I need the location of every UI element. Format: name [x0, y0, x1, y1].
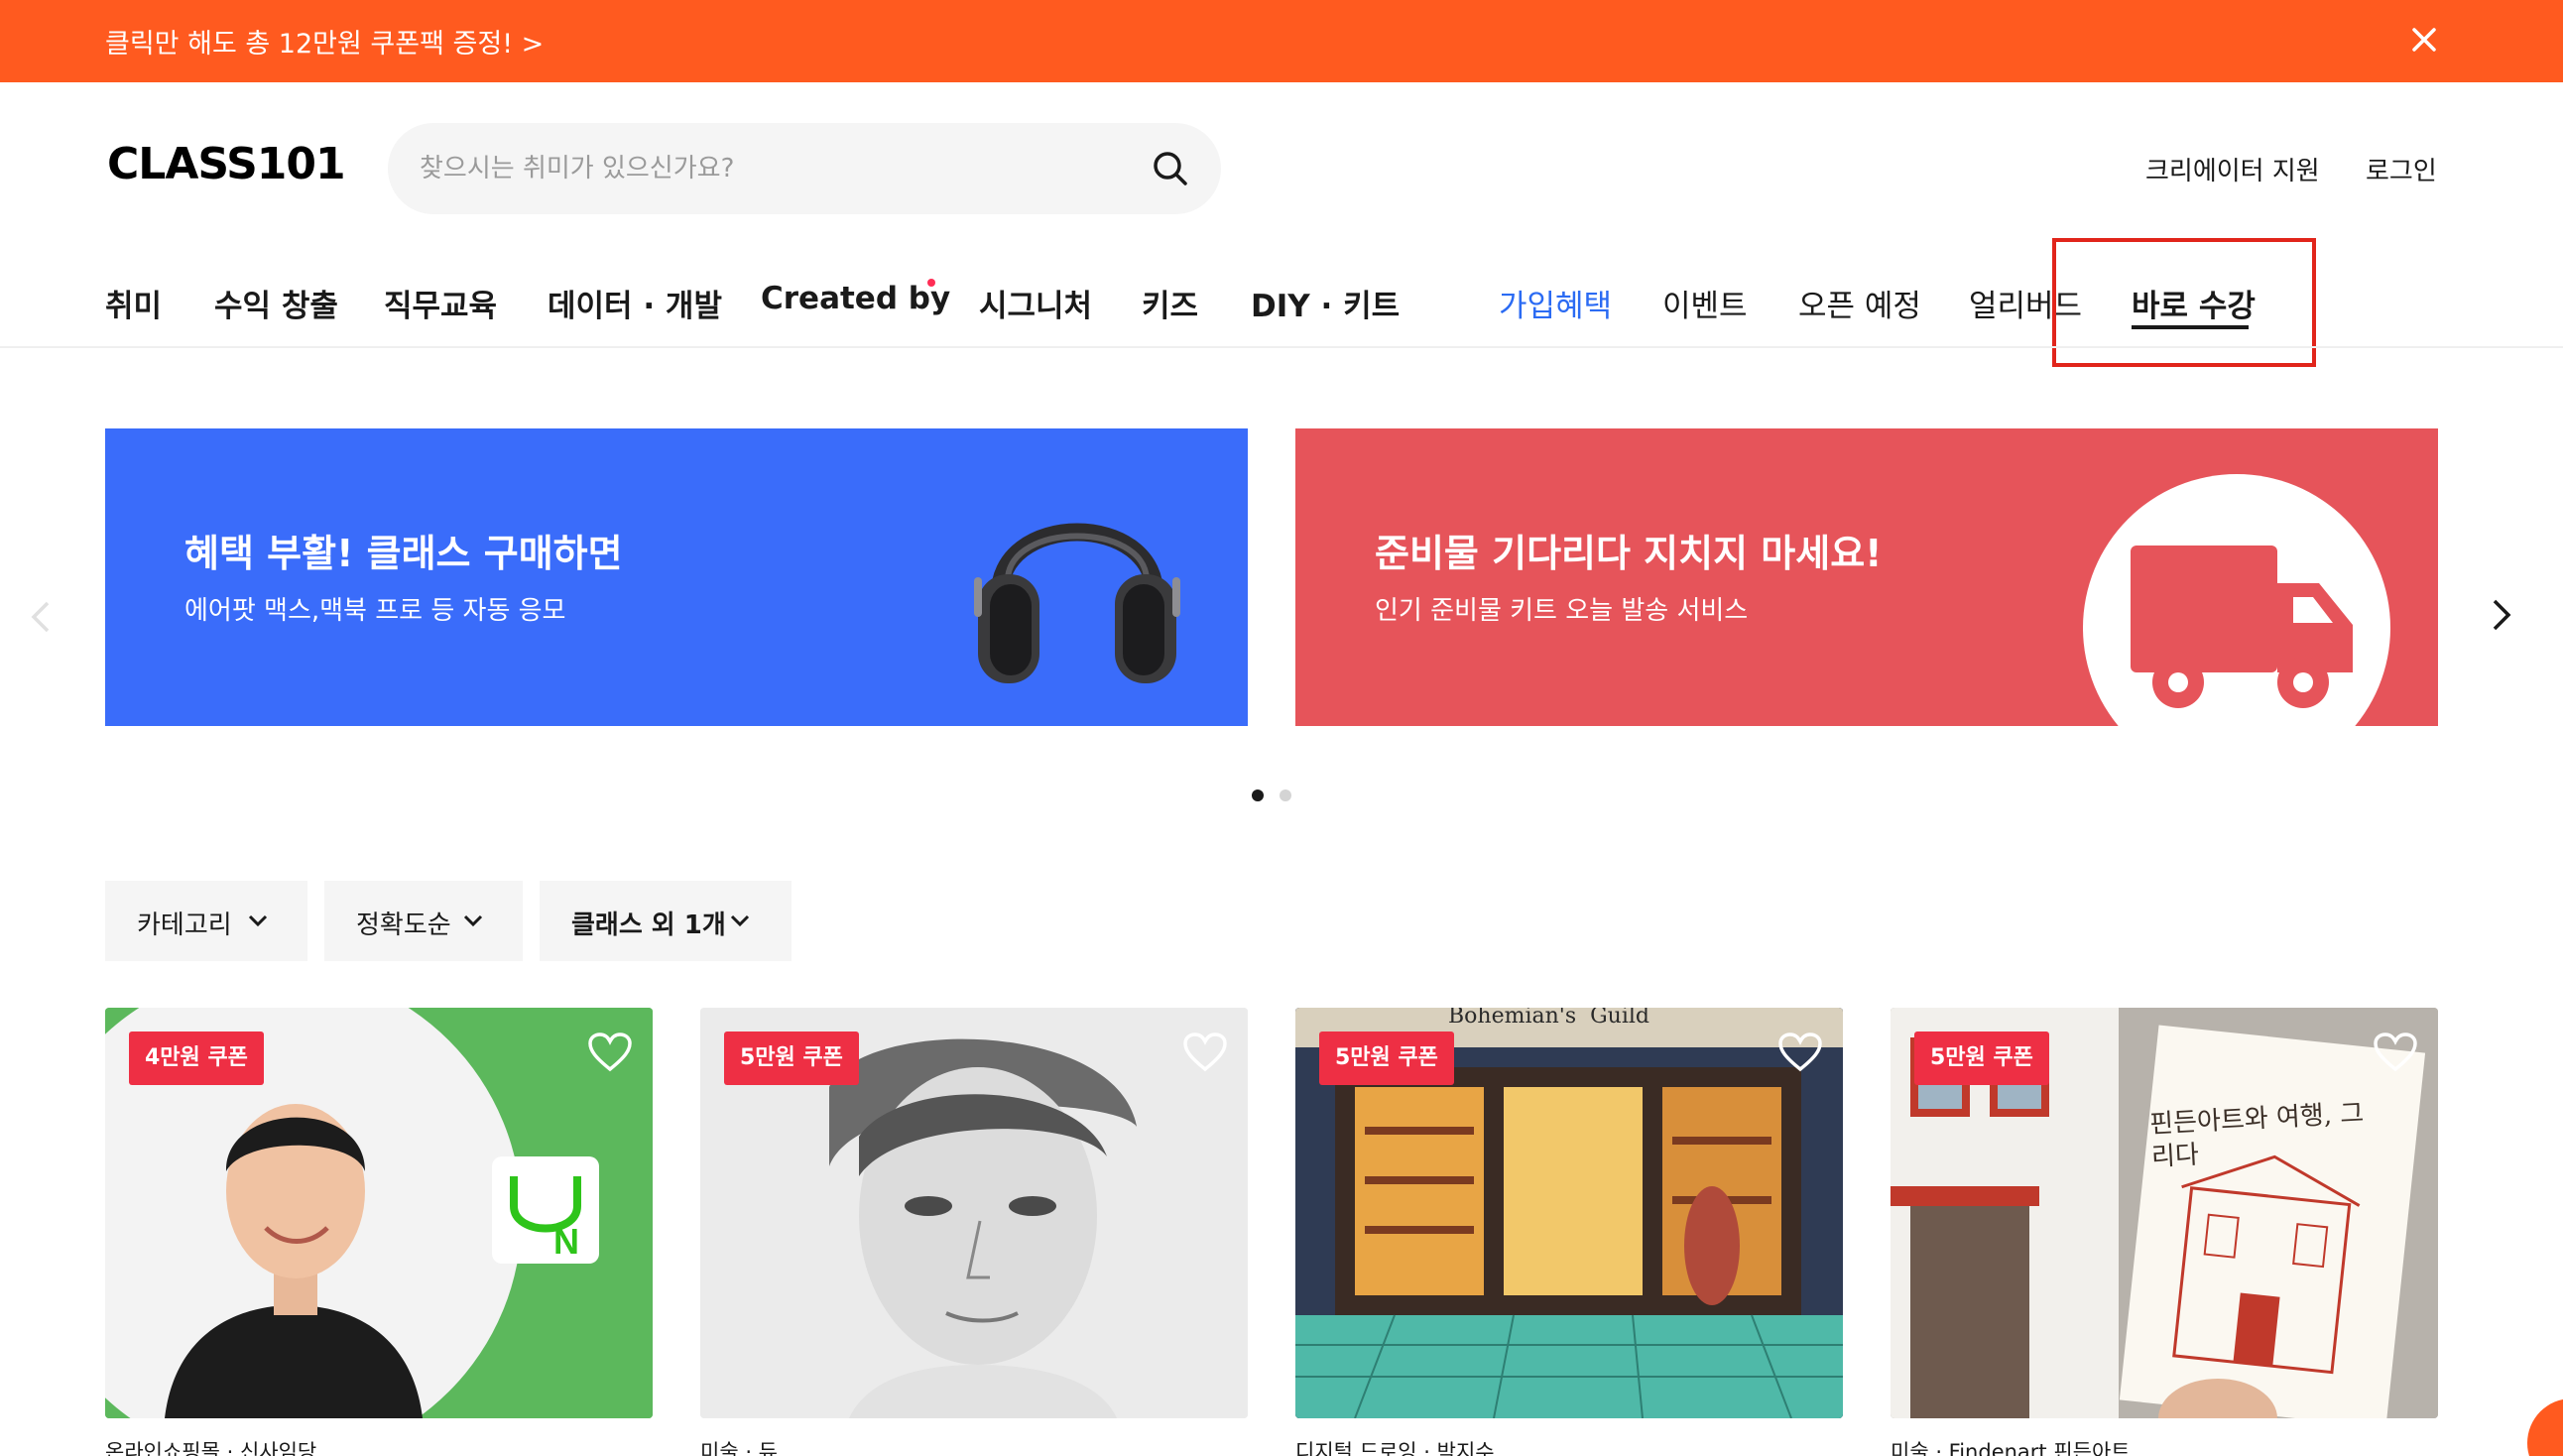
nav-diy-kit[interactable]: DIY · 키트: [1251, 281, 1400, 325]
card-category-creator[interactable]: 미술 · Findenart 핀든아트: [1891, 1436, 2131, 1456]
sort-filter[interactable]: 정확도순: [324, 881, 523, 961]
promo-text[interactable]: 클릭만 해도 총 12만원 쿠폰팩 증정! >: [105, 22, 544, 61]
class101-logo[interactable]: CLASS101: [107, 139, 346, 189]
login-link[interactable]: 로그인: [2366, 151, 2437, 187]
coupon-badge: 5만원 쿠폰: [1319, 1031, 1454, 1085]
nav-created-by[interactable]: Created by: [761, 281, 950, 316]
category-filter[interactable]: 카테고리: [105, 881, 307, 961]
chevron-down-icon: [463, 914, 483, 927]
heart-icon[interactable]: [587, 1031, 633, 1073]
nav-job-training[interactable]: 직무교육: [384, 281, 497, 325]
truck-icon: [2083, 474, 2390, 726]
filter-label: 카테고리: [137, 910, 232, 940]
banner-title: 준비물 기다리다 지치지 마세요!: [1375, 532, 1883, 575]
filter-label: 클래스 외 1개: [571, 910, 726, 940]
heart-icon[interactable]: [1182, 1031, 1228, 1073]
nav-signup-benefit[interactable]: 가입혜택: [1499, 281, 1612, 325]
nav-data-dev[interactable]: 데이터 · 개발: [548, 281, 722, 325]
postcard-handwriting: 핀든아트와 여행, 그리다: [2148, 1098, 2365, 1172]
carousel-dot[interactable]: [1280, 789, 1291, 801]
search-bar[interactable]: [388, 123, 1221, 214]
close-icon[interactable]: [2404, 20, 2444, 60]
header-divider: [0, 346, 2563, 348]
chat-floating-button[interactable]: [2527, 1398, 2563, 1456]
coupon-badge: 5만원 쿠폰: [1914, 1031, 2049, 1085]
nav-event[interactable]: 이벤트: [1662, 281, 1748, 325]
coupon-badge: 4만원 쿠폰: [129, 1031, 264, 1085]
class-card[interactable]: 5만원 쿠폰 핀든아트와 여행, 그리다: [1891, 1008, 2438, 1418]
promo-banner-headphones[interactable]: 혜택 부활! 클래스 구매하면 에어팟 맥스,맥북 프로 등 자동 응모: [105, 428, 1248, 726]
banner-subtitle: 에어팟 맥스,맥북 프로 등 자동 응모: [184, 596, 566, 626]
class-card[interactable]: 5만원 쿠폰 Bohemian's Guild: [1295, 1008, 1843, 1418]
type-filter[interactable]: 클래스 외 1개: [540, 881, 792, 961]
new-indicator-dot: [927, 279, 935, 287]
carousel-dot-active[interactable]: [1252, 789, 1264, 801]
nav-income[interactable]: 수익 창출: [214, 281, 338, 325]
coupon-badge: 5만원 쿠폰: [724, 1031, 859, 1085]
chevron-down-icon: [730, 914, 750, 927]
thumbnail-sign-text: Bohemian's Guild: [1448, 1008, 1650, 1029]
class-card[interactable]: N 4만원 쿠폰: [105, 1008, 653, 1418]
headphones-icon: [974, 523, 1180, 683]
card-category-creator[interactable]: 미술 · 듀: [700, 1436, 778, 1456]
filter-label: 정확도순: [356, 910, 451, 940]
card-category-creator[interactable]: 디지털 드로잉 · 박지수: [1295, 1436, 1495, 1456]
banner-subtitle: 인기 준비물 키트 오늘 발송 서비스: [1375, 596, 1749, 626]
heart-icon[interactable]: [1777, 1031, 1823, 1073]
card-category-creator[interactable]: 온라인쇼핑몰 · 신사임당: [105, 1436, 316, 1456]
chevron-left-icon[interactable]: [26, 595, 56, 639]
nav-kids[interactable]: 키즈: [1142, 281, 1198, 325]
search-input[interactable]: [420, 143, 1114, 194]
nav-upcoming[interactable]: 오픈 예정: [1798, 281, 1921, 325]
banner-title: 혜택 부활! 클래스 구매하면: [184, 532, 623, 575]
promo-banner-kit[interactable]: 준비물 기다리다 지치지 마세요! 인기 준비물 키트 오늘 발송 서비스: [1295, 428, 2438, 726]
nav-hobby[interactable]: 취미: [105, 281, 162, 325]
promo-bar[interactable]: 클릭만 해도 총 12만원 쿠폰팩 증정! >: [0, 0, 2563, 82]
chevron-down-icon: [248, 914, 268, 927]
heart-icon[interactable]: [2373, 1031, 2418, 1073]
creator-support-link[interactable]: 크리에이터 지원: [2145, 151, 2320, 187]
search-icon[interactable]: [1149, 147, 1192, 190]
svg-text:N: N: [553, 1221, 579, 1262]
nav-signature[interactable]: 시그니처: [979, 281, 1092, 325]
chevron-right-icon[interactable]: [2486, 593, 2517, 637]
class-card[interactable]: 5만원 쿠폰: [700, 1008, 1248, 1418]
